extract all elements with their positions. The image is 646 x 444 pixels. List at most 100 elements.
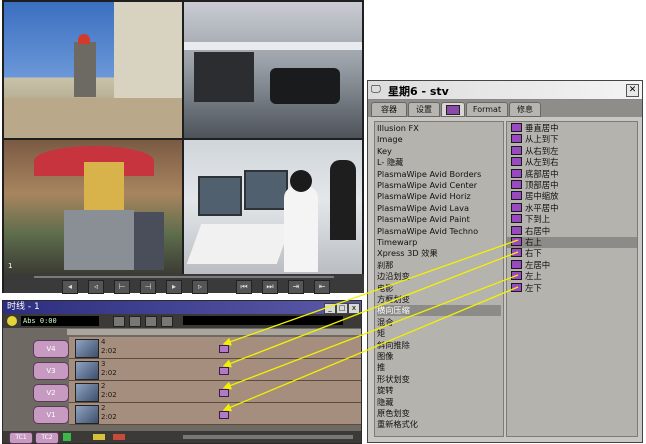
effect-category-list[interactable]: Illusion FX Image Key L- 隐藏 PlasmaWipe Avid … [374,121,504,437]
effect-label: 水平居中 [525,202,559,213]
yellow-indicator-icon[interactable] [93,434,105,440]
category-item[interactable]: PlasmaWipe Avid Horiz [377,191,501,202]
effect-item[interactable]: 从左到右 [507,157,637,168]
mark-out-icon[interactable]: ⊣ [140,280,156,294]
tab-settings[interactable]: 设置 [408,102,440,117]
tool-icon-1[interactable] [113,316,125,327]
minimize-icon[interactable]: _ [324,303,336,314]
effect-marker-icon[interactable] [219,389,229,397]
effect-item[interactable]: 右下 [507,248,637,259]
effect-item[interactable]: 右上 [507,237,637,248]
play-reverse-icon[interactable]: ◃ [88,280,104,294]
timeline-titlebar[interactable]: 时线 - 1 _ □ x [3,301,361,314]
effect-item[interactable]: 左居中 [507,259,637,271]
effect-item[interactable]: 水平居中 [507,202,637,214]
category-item[interactable]: Image [377,134,501,145]
category-item[interactable]: Timewarp [377,237,501,248]
category-item[interactable]: Xpress 3D 效果 [377,248,501,259]
category-item[interactable]: PlasmaWipe Avid Center [377,180,501,191]
track-lane[interactable]: 2 2:02 [69,403,361,425]
video-frame-workers-roof [4,2,182,138]
step-forward-icon[interactable]: ▹ [192,280,208,294]
effect-item[interactable]: 居中缩放 [507,191,637,202]
tool-icon-2[interactable] [129,316,141,327]
go-to-end-icon[interactable]: ⏭ [262,280,278,294]
effect-list[interactable]: 垂直居中 从上到下 从右到左 从左到右 底部居中 顶部居中 居中缩放 水平居中 下到上 右居中 右上… [506,121,638,437]
play-icon[interactable]: ▸ [166,280,182,294]
effect-marker-icon[interactable] [219,411,229,419]
track-lane[interactable]: 4 2:02 [69,337,361,359]
tab-effects[interactable] [441,102,465,117]
timeline-window: 时线 - 1 _ □ x Abs 0:00 V4 4 2:02 V3 3 2:0… [2,300,362,444]
close-icon[interactable]: ✕ [626,84,639,97]
track-v2: V2 2 2:02 [3,381,361,403]
category-item[interactable]: 混合 [377,317,501,328]
category-item[interactable]: PlasmaWipe Avid Paint [377,214,501,225]
track-label[interactable]: V4 [33,340,69,358]
tool-icon-3[interactable] [145,316,157,327]
effect-item[interactable]: 左上 [507,271,637,282]
effect-marker-icon[interactable] [219,367,229,375]
close-icon[interactable]: x [348,303,360,314]
video-frame-market-stalls [4,140,182,274]
effect-item[interactable]: 底部居中 [507,168,637,180]
palette-tabs: 容器 设置 Format 修息 [368,100,642,117]
category-item[interactable]: 推 [377,362,501,373]
effect-item[interactable]: 右居中 [507,225,637,237]
tc1-button[interactable]: TC1 [9,432,33,444]
timeline-scale-bar[interactable] [183,316,343,325]
palette-titlebar[interactable]: 🖵 星期6 - stv ✕ [368,81,642,100]
category-item[interactable]: Illusion FX [377,123,501,134]
category-item[interactable]: 图像 [377,351,501,362]
timeline-scrollbar[interactable] [183,435,353,439]
effect-item[interactable]: 顶部居中 [507,180,637,191]
category-item[interactable]: 刹那 [377,260,501,271]
maximize-icon[interactable]: □ [336,303,348,314]
category-item[interactable]: 原色划变 [377,408,501,419]
record-icon[interactable] [7,316,17,326]
effect-item[interactable]: 从右到左 [507,145,637,157]
category-item[interactable]: 方框划变 [377,294,501,305]
track-label[interactable]: V3 [33,362,69,380]
effect-label: 左下 [525,282,542,293]
category-item[interactable]: PlasmaWipe Avid Borders [377,169,501,180]
category-item[interactable]: PlasmaWipe Avid Techno [377,226,501,237]
category-item[interactable]: 隐藏 [377,397,501,408]
step-back-icon[interactable]: ◂ [62,280,78,294]
track-label[interactable]: V1 [33,406,69,424]
category-item[interactable]: 横向压缩 [377,305,501,317]
category-item[interactable]: 电影 [377,283,501,294]
red-indicator-icon[interactable] [113,434,125,440]
category-item[interactable]: 边沿划变 [377,271,501,282]
tool-icon-4[interactable] [161,316,173,327]
track-lane[interactable]: 3 2:02 [69,359,361,381]
effect-item[interactable]: 从上到下 [507,134,637,145]
position-scrubber[interactable] [34,276,334,278]
mark-in-icon[interactable]: ⊢ [114,280,130,294]
timeline-title: 时线 - 1 [7,302,40,312]
track-label[interactable]: V2 [33,384,69,402]
track-lane[interactable]: 2 2:02 [69,381,361,403]
category-item[interactable]: 重新格式化 [377,419,501,430]
effect-icon [511,202,522,212]
effect-item[interactable]: 下到上 [507,214,637,225]
overwrite-icon[interactable]: ⇤ [314,280,330,294]
effect-marker-icon[interactable] [219,345,229,353]
category-item[interactable]: 形状划变 [377,374,501,385]
category-item[interactable]: Key [377,146,501,157]
effect-item[interactable]: 垂直居中 [507,123,637,134]
category-item[interactable]: PlasmaWipe Avid Lava [377,203,501,214]
tab-container[interactable]: 容器 [371,102,407,117]
splice-icon[interactable]: ⇥ [288,280,304,294]
tab-info[interactable]: 修息 [509,102,541,117]
category-item[interactable]: 矩 [377,328,501,339]
tc2-button[interactable]: TC2 [35,432,59,444]
category-item[interactable]: 斜向推除 [377,340,501,351]
effect-item[interactable]: 左下 [507,282,637,294]
go-to-start-icon[interactable]: ⏮ [236,280,252,294]
green-indicator-icon[interactable] [63,433,71,441]
category-item[interactable]: L- 隐藏 [377,157,501,168]
category-item[interactable]: 旋转 [377,385,501,396]
tab-format[interactable]: Format [466,102,508,117]
timeline-ruler[interactable] [67,329,361,335]
